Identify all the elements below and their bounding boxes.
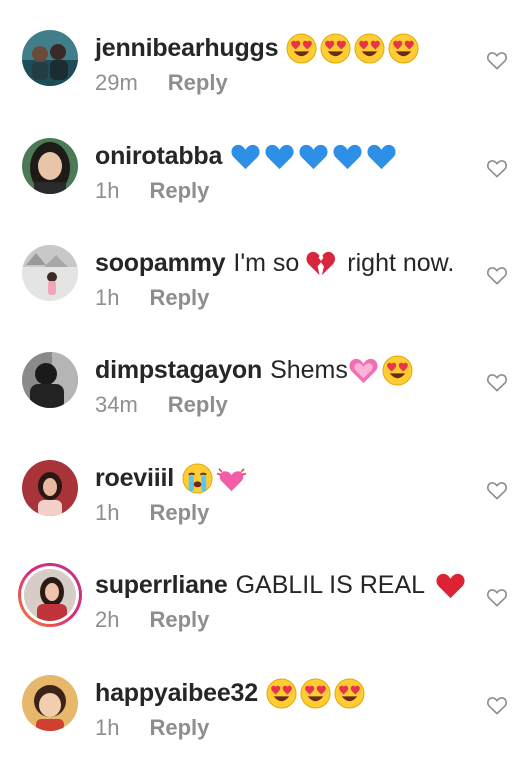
comment-text-line: roeviiil <box>95 460 250 496</box>
comment-text: I'm so <box>233 249 300 277</box>
username[interactable]: roeviiil <box>95 460 174 496</box>
comment-meta: 1h Reply <box>95 713 209 743</box>
username[interactable]: soopammy <box>95 245 226 281</box>
comment-meta: 2h Reply <box>95 605 209 635</box>
heart-outline-icon[interactable] <box>486 50 508 70</box>
comment-text-line: happyaibee32 <box>95 675 368 711</box>
comment-text-line: superrliane GABLIL IS REAL <box>95 567 469 603</box>
timestamp: 34m <box>95 392 138 417</box>
reply-button[interactable]: Reply <box>149 285 209 311</box>
comment-text: GABLIL IS REAL <box>235 571 426 599</box>
avatar[interactable] <box>22 245 78 301</box>
comment-meta: 1h Reply <box>95 176 209 206</box>
username[interactable]: happyaibee32 <box>95 675 258 711</box>
avatar[interactable] <box>22 352 78 408</box>
username[interactable]: dimpstagayon <box>95 352 262 388</box>
heart-eyes-emoji <box>300 677 331 709</box>
pink-heart-emoji <box>348 355 379 386</box>
avatar[interactable] <box>17 562 83 628</box>
timestamp: 29m <box>95 70 138 95</box>
timestamp: 1h <box>95 715 120 740</box>
heart-outline-icon[interactable] <box>486 372 508 392</box>
comment-meta: 1h Reply <box>95 498 209 528</box>
avatar[interactable] <box>22 138 78 194</box>
timestamp: 1h <box>95 285 120 310</box>
blue-heart-emoji <box>366 141 397 172</box>
username[interactable]: onirotabba <box>95 138 222 174</box>
timestamp: 1h <box>95 500 120 525</box>
heart-outline-icon[interactable] <box>486 480 508 500</box>
timestamp: 2h <box>95 607 120 632</box>
avatar[interactable] <box>22 460 78 516</box>
comment-item: soopammy I'm so right now. 1h Reply <box>0 245 525 345</box>
blue-heart-emoji <box>298 141 329 172</box>
heart-outline-icon[interactable] <box>486 587 508 607</box>
broken-heart-emoji <box>305 248 336 279</box>
reply-button[interactable]: Reply <box>168 70 228 96</box>
heart-eyes-emoji <box>382 354 413 386</box>
comment-item: happyaibee32 1h Reply <box>0 675 525 775</box>
heart-outline-icon[interactable] <box>486 158 508 178</box>
beating-heart-emoji <box>216 463 247 494</box>
blue-heart-emoji <box>332 141 363 172</box>
heart-outline-icon[interactable] <box>486 265 508 285</box>
blue-heart-emoji <box>230 141 261 172</box>
comment-text-line: jennibearhuggs <box>95 30 422 66</box>
comment-meta: 1h Reply <box>95 283 209 313</box>
username[interactable]: jennibearhuggs <box>95 30 279 66</box>
timestamp: 1h <box>95 178 120 203</box>
heart-eyes-emoji <box>286 32 317 64</box>
heart-eyes-emoji <box>266 677 297 709</box>
reply-button[interactable]: Reply <box>149 715 209 741</box>
red-heart-emoji <box>435 570 466 601</box>
reply-button[interactable]: Reply <box>168 392 228 418</box>
comment-text-line: onirotabba <box>95 138 400 174</box>
username[interactable]: superrliane <box>95 567 228 603</box>
reply-button[interactable]: Reply <box>149 607 209 633</box>
heart-eyes-emoji <box>354 32 385 64</box>
crying-face-emoji <box>182 462 213 494</box>
comment-meta: 34m Reply <box>95 390 228 420</box>
comment-text: right now. <box>347 249 455 277</box>
avatar[interactable] <box>22 30 78 86</box>
comment-item: onirotabba 1h Reply <box>0 138 525 238</box>
comment-item: superrliane GABLIL IS REAL 2h Reply <box>0 563 525 667</box>
comment-text-line: soopammy I'm so right now. <box>95 245 460 281</box>
comment-meta: 29m Reply <box>95 68 228 98</box>
reply-button[interactable]: Reply <box>149 500 209 526</box>
comment-item: roeviiil 1h Reply <box>0 460 525 560</box>
avatar[interactable] <box>22 675 78 731</box>
heart-eyes-emoji <box>388 32 419 64</box>
comment-text-line: dimpstagayon Shems <box>95 352 416 388</box>
heart-eyes-emoji <box>334 677 365 709</box>
heart-outline-icon[interactable] <box>486 695 508 715</box>
blue-heart-emoji <box>264 141 295 172</box>
comment-text: Shems <box>270 356 348 384</box>
heart-eyes-emoji <box>320 32 351 64</box>
comment-item: dimpstagayon Shems 34m Reply <box>0 352 525 452</box>
comment-item: jennibearhuggs 29m Reply <box>0 30 525 130</box>
reply-button[interactable]: Reply <box>149 178 209 204</box>
